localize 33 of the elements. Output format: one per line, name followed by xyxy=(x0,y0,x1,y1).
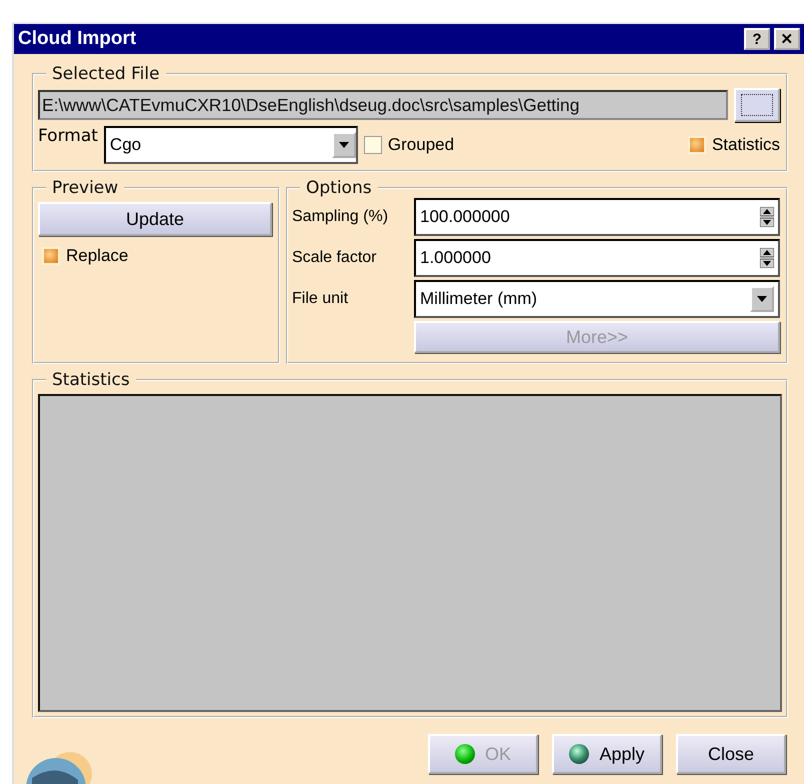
spinner-arrows-icon xyxy=(760,248,774,268)
checkbox-label: Grouped xyxy=(388,135,454,155)
path-field[interactable]: E:\www\CATEvmuCXR10\DseEnglish\dseug.doc\src\samples\Getting xyxy=(38,90,728,120)
spinner-arrows-icon xyxy=(760,207,774,227)
replace-checkbox[interactable] xyxy=(42,247,60,265)
group-title: Statistics xyxy=(51,370,131,390)
checkbox-label: Statistics xyxy=(712,135,780,155)
ball-icon xyxy=(454,744,475,764)
dialog-button[interactable]: Close xyxy=(676,734,786,774)
close-button[interactable]: ✕ xyxy=(774,28,800,50)
group-title: Options xyxy=(305,178,373,198)
dialog-button[interactable]: Apply xyxy=(552,734,662,774)
field-label: Sampling (%) xyxy=(292,208,390,226)
format-label: Format xyxy=(38,126,98,146)
update-button[interactable]: Update xyxy=(38,202,272,236)
browse-button[interactable] xyxy=(734,88,780,122)
field-label: Scale factor xyxy=(292,249,378,267)
field-label: File unit xyxy=(292,290,350,308)
checkbox-label: Replace xyxy=(66,246,128,266)
ball-icon xyxy=(569,744,590,764)
format-dropdown[interactable]: Cgo xyxy=(104,126,358,164)
help-button[interactable]: ? xyxy=(744,28,770,50)
spin-field[interactable]: 100.000000 xyxy=(414,198,780,236)
dotted-box-icon xyxy=(741,94,773,116)
dropdown-arrow-icon xyxy=(757,296,767,302)
group-title: Selected File xyxy=(51,64,161,84)
grouped-checkbox[interactable] xyxy=(364,136,382,154)
dropdown-arrow-icon xyxy=(338,142,349,148)
group-title: Preview xyxy=(51,178,120,198)
window-title: Cloud Import xyxy=(18,28,136,50)
unit-dropdown[interactable]: Millimeter (mm) xyxy=(414,280,780,318)
spin-field[interactable]: 1.000000 xyxy=(414,239,780,277)
statistics-checkbox[interactable] xyxy=(688,136,706,154)
